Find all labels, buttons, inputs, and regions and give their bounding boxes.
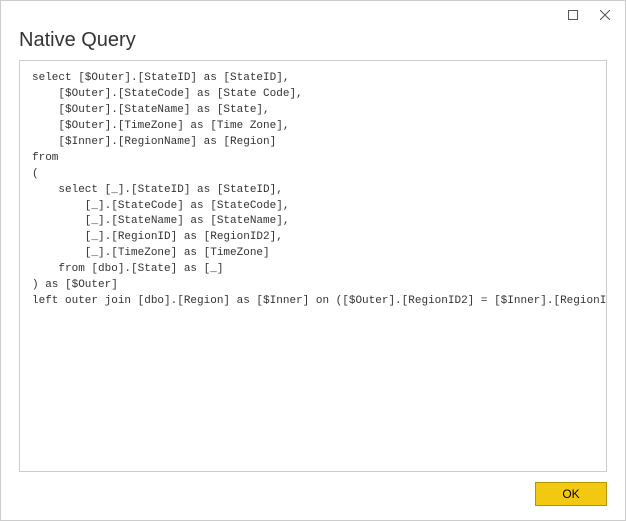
maximize-icon [568,10,578,20]
dialog-title: Native Query [1,29,625,60]
query-text: select [$Outer].[StateID] as [StateID], … [32,71,594,310]
ok-button[interactable]: OK [535,482,607,506]
dialog-footer: OK [1,472,625,520]
query-box: select [$Outer].[StateID] as [StateID], … [19,60,607,472]
close-button[interactable] [591,5,619,25]
close-icon [600,10,610,20]
titlebar [1,1,625,29]
maximize-button[interactable] [559,5,587,25]
